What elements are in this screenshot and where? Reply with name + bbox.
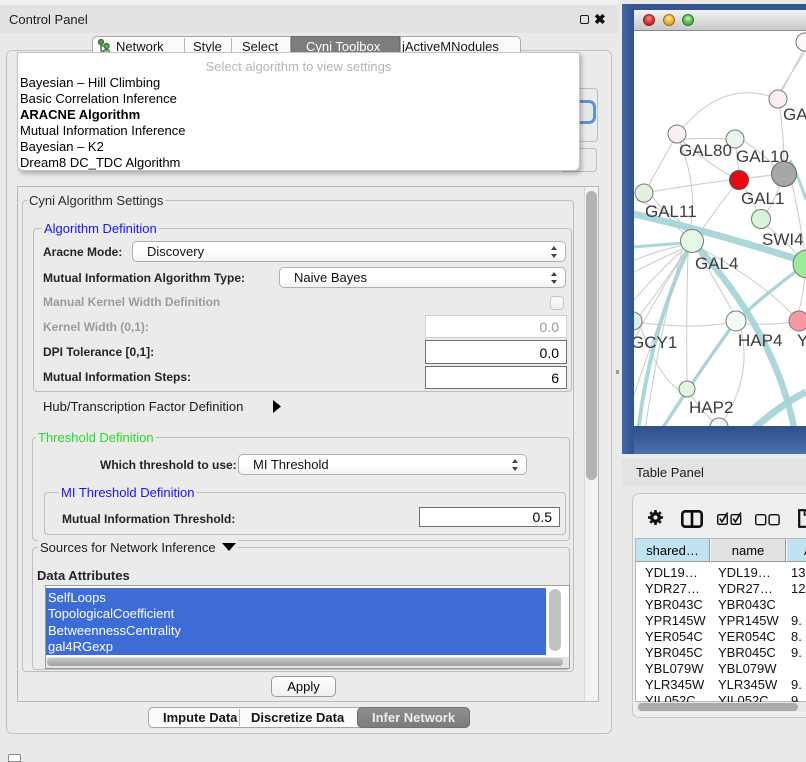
- svg-text:Y: Y: [797, 331, 806, 350]
- svg-text:GAL80: GAL80: [679, 141, 732, 160]
- svg-text:GAL10: GAL10: [736, 147, 789, 166]
- svg-text:GAL11: GAL11: [645, 202, 697, 221]
- svg-text:GAL4: GAL4: [695, 254, 738, 273]
- svg-text:HAP4: HAP4: [738, 331, 782, 350]
- svg-text:SWI4: SWI4: [762, 230, 804, 249]
- svg-text:GAL: GAL: [783, 105, 806, 124]
- svg-text:GAL1: GAL1: [741, 189, 784, 208]
- svg-text:HAP2: HAP2: [689, 398, 733, 417]
- svg-text:GCY1: GCY1: [634, 333, 677, 352]
